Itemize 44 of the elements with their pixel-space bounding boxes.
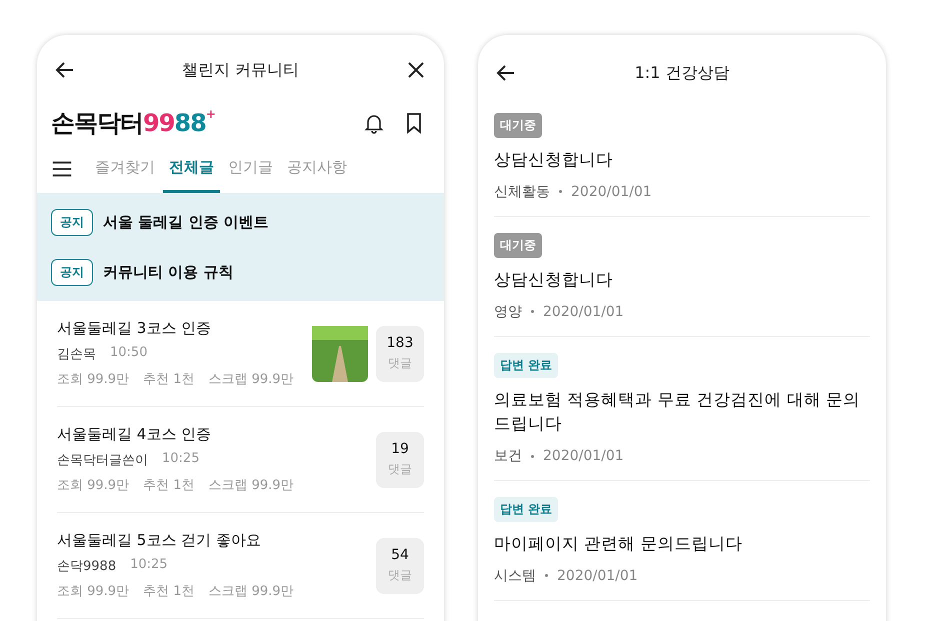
status-badge: 답변 완료 (494, 497, 558, 522)
post-time: 10:25 (162, 451, 200, 468)
consult-category: 시스템 (494, 566, 536, 585)
status-badge: 답변 완료 (494, 352, 558, 378)
consult-category: 신체활동 (494, 182, 550, 201)
view-count: 조회 99.9만 (57, 583, 130, 600)
status-badge: 대기중 (494, 113, 542, 138)
post-author: 손닥9988 (57, 558, 116, 575)
screen-title: 챌린지 커뮤니티 (182, 60, 300, 80)
post-title[interactable]: 서울둘레길 5코스 걷기 좋아요 (57, 531, 368, 550)
consult-title[interactable]: 상담신청합니다 (494, 268, 613, 292)
consult-title[interactable]: 마이페이지 관련해 문의드립니다 (494, 532, 742, 557)
notice-tag: 공지 (51, 208, 93, 236)
like-count: 추천 1천 (143, 477, 194, 494)
post-time: 10:25 (130, 557, 168, 574)
view-count: 조회 99.9만 (57, 477, 130, 494)
post-title[interactable]: 서울둘레길 3코스 인증 (57, 319, 304, 338)
notice-title[interactable]: 커뮤니티 이용 규칙 (103, 262, 234, 282)
comment-count[interactable]: 54 댓글 (376, 538, 424, 594)
screen-title: 1:1 건강상담 (634, 62, 730, 84)
consult-date: 2020/01/01 (543, 448, 624, 464)
post-time: 10:50 (110, 345, 148, 362)
view-count: 조회 99.9만 (57, 371, 130, 388)
comment-count[interactable]: 183 댓글 (376, 326, 424, 382)
like-count: 추천 1천 (143, 371, 194, 388)
scrap-count: 스크랩 99.9만 (208, 477, 294, 494)
consult-category: 보건 (494, 447, 522, 465)
notice-title[interactable]: 서울 둘레길 인증 이벤트 (103, 212, 269, 232)
scrap-count: 스크랩 99.9만 (208, 583, 294, 600)
notice-tag: 공지 (51, 258, 93, 286)
scrap-count: 스크랩 99.9만 (208, 371, 294, 388)
consult-date: 2020/01/01 (543, 304, 624, 320)
app-logo: 손목닥터9988+ (51, 107, 215, 139)
consult-title[interactable]: 의료보험 적용혜택과 무료 건강검진에 대해 문의드립니다 (494, 388, 870, 437)
post-author: 손목닥터글쓴이 (57, 452, 148, 469)
status-badge: 대기중 (494, 232, 542, 258)
comment-count[interactable]: 19 댓글 (376, 432, 424, 488)
post-title[interactable]: 서울둘레길 4코스 인증 (57, 425, 368, 444)
like-count: 추천 1천 (143, 583, 194, 600)
consult-date: 2020/01/01 (557, 568, 638, 584)
consult-category: 영양 (494, 302, 522, 320)
post-author: 김손목 (57, 346, 96, 363)
consult-date: 2020/01/01 (571, 184, 652, 200)
consult-title[interactable]: 상담신청합니다 (494, 148, 613, 173)
